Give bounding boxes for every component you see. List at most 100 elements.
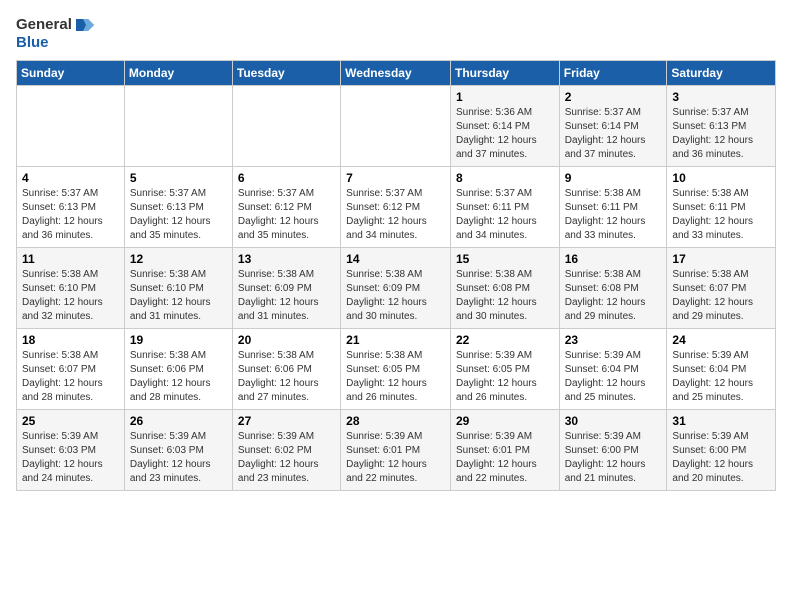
calendar-cell: 18 Sunrise: 5:38 AMSunset: 6:07 PMDayligh… xyxy=(17,329,125,410)
day-number: 6 xyxy=(238,171,335,185)
logo-general-text: General xyxy=(16,16,72,33)
day-number: 31 xyxy=(672,414,770,428)
day-number: 23 xyxy=(565,333,662,347)
day-info: Sunrise: 5:38 AMSunset: 6:07 PMDaylight:… xyxy=(22,349,119,405)
day-info: Sunrise: 5:37 AMSunset: 6:12 PMDaylight:… xyxy=(346,187,445,243)
calendar-cell: 29Sunrise: 5:39 AMSunset: 6:01 PMDayligh… xyxy=(450,410,559,491)
calendar-week-row: 4 Sunrise: 5:37 AMSunset: 6:13 PMDaylight… xyxy=(17,167,776,248)
day-info: Sunrise: 5:37 AMSunset: 6:13 PMDaylight:… xyxy=(130,187,227,243)
calendar-cell xyxy=(17,86,125,167)
day-info: Sunrise: 5:38 AMSunset: 6:11 PMDaylight:… xyxy=(565,187,662,243)
calendar-cell: 30Sunrise: 5:39 AMSunset: 6:00 PMDayligh… xyxy=(559,410,667,491)
calendar-cell: 12 Sunrise: 5:38 AMSunset: 6:10 PMDayligh… xyxy=(124,248,232,329)
calendar-cell: 13 Sunrise: 5:38 AMSunset: 6:09 PMDayligh… xyxy=(232,248,340,329)
day-info: Sunrise: 5:39 AMSunset: 6:04 PMDaylight:… xyxy=(672,349,770,405)
day-number: 5 xyxy=(130,171,227,185)
day-info: Sunrise: 5:39 AMSunset: 6:03 PMDaylight:… xyxy=(130,430,227,486)
day-info: Sunrise: 5:38 AMSunset: 6:09 PMDaylight:… xyxy=(346,268,445,324)
day-info: Sunrise: 5:39 AMSunset: 6:00 PMDaylight:… xyxy=(565,430,662,486)
calendar-cell: 19 Sunrise: 5:38 AMSunset: 6:06 PMDayligh… xyxy=(124,329,232,410)
day-number: 28 xyxy=(346,414,445,428)
logo-container: General xyxy=(16,16,98,34)
weekday-header-monday: Monday xyxy=(124,61,232,86)
weekday-header-wednesday: Wednesday xyxy=(341,61,451,86)
day-number: 26 xyxy=(130,414,227,428)
day-number: 18 xyxy=(22,333,119,347)
day-number: 24 xyxy=(672,333,770,347)
day-number: 19 xyxy=(130,333,227,347)
calendar-cell: 20Sunrise: 5:38 AMSunset: 6:06 PMDayligh… xyxy=(232,329,340,410)
day-info: Sunrise: 5:38 AMSunset: 6:10 PMDaylight:… xyxy=(22,268,119,324)
day-number: 1 xyxy=(456,90,554,104)
calendar-cell: 21 Sunrise: 5:38 AMSunset: 6:05 PMDayligh… xyxy=(341,329,451,410)
calendar-cell: 2 Sunrise: 5:37 AMSunset: 6:14 PMDaylight… xyxy=(559,86,667,167)
calendar-cell: 5 Sunrise: 5:37 AMSunset: 6:13 PMDaylight… xyxy=(124,167,232,248)
day-info: Sunrise: 5:38 AMSunset: 6:11 PMDaylight:… xyxy=(672,187,770,243)
day-number: 29 xyxy=(456,414,554,428)
day-number: 21 xyxy=(346,333,445,347)
day-info: Sunrise: 5:38 AMSunset: 6:05 PMDaylight:… xyxy=(346,349,445,405)
day-info: Sunrise: 5:38 AMSunset: 6:09 PMDaylight:… xyxy=(238,268,335,324)
calendar-cell: 27 Sunrise: 5:39 AMSunset: 6:02 PMDayligh… xyxy=(232,410,340,491)
calendar-cell: 28 Sunrise: 5:39 AMSunset: 6:01 PMDayligh… xyxy=(341,410,451,491)
day-info: Sunrise: 5:39 AMSunset: 6:02 PMDaylight:… xyxy=(238,430,335,486)
calendar-cell: 3Sunrise: 5:37 AMSunset: 6:13 PMDaylight… xyxy=(667,86,776,167)
calendar-week-row: 18 Sunrise: 5:38 AMSunset: 6:07 PMDayligh… xyxy=(17,329,776,410)
page-header: General Blue xyxy=(16,16,776,52)
calendar-cell: 9 Sunrise: 5:38 AMSunset: 6:11 PMDaylight… xyxy=(559,167,667,248)
day-info: Sunrise: 5:38 AMSunset: 6:07 PMDaylight:… xyxy=(672,268,770,324)
day-number: 13 xyxy=(238,252,335,266)
day-info: Sunrise: 5:37 AMSunset: 6:13 PMDaylight:… xyxy=(672,106,770,162)
day-number: 25 xyxy=(22,414,119,428)
calendar-cell xyxy=(124,86,232,167)
logo-blue-text: Blue xyxy=(16,34,49,52)
calendar-week-row: 1 Sunrise: 5:36 AMSunset: 6:14 PMDaylight… xyxy=(17,86,776,167)
day-info: Sunrise: 5:39 AMSunset: 6:03 PMDaylight:… xyxy=(22,430,119,486)
calendar-cell: 15 Sunrise: 5:38 AMSunset: 6:08 PMDayligh… xyxy=(450,248,559,329)
weekday-header-tuesday: Tuesday xyxy=(232,61,340,86)
calendar-cell: 17 Sunrise: 5:38 AMSunset: 6:07 PMDayligh… xyxy=(667,248,776,329)
day-info: Sunrise: 5:39 AMSunset: 6:05 PMDaylight:… xyxy=(456,349,554,405)
day-number: 17 xyxy=(672,252,770,266)
day-number: 16 xyxy=(565,252,662,266)
calendar-cell: 10 Sunrise: 5:38 AMSunset: 6:11 PMDayligh… xyxy=(667,167,776,248)
day-number: 15 xyxy=(456,252,554,266)
day-number: 27 xyxy=(238,414,335,428)
calendar-cell: 11Sunrise: 5:38 AMSunset: 6:10 PMDayligh… xyxy=(17,248,125,329)
day-info: Sunrise: 5:38 AMSunset: 6:06 PMDaylight:… xyxy=(130,349,227,405)
logo-arrow-icon xyxy=(76,19,94,31)
calendar-cell: 6 Sunrise: 5:37 AMSunset: 6:12 PMDaylight… xyxy=(232,167,340,248)
calendar-cell: 7 Sunrise: 5:37 AMSunset: 6:12 PMDaylight… xyxy=(341,167,451,248)
day-number: 7 xyxy=(346,171,445,185)
day-number: 4 xyxy=(22,171,119,185)
day-info: Sunrise: 5:37 AMSunset: 6:11 PMDaylight:… xyxy=(456,187,554,243)
calendar-cell xyxy=(341,86,451,167)
day-info: Sunrise: 5:37 AMSunset: 6:14 PMDaylight:… xyxy=(565,106,662,162)
weekday-header-thursday: Thursday xyxy=(450,61,559,86)
weekday-header-row: SundayMondayTuesdayWednesdayThursdayFrid… xyxy=(17,61,776,86)
calendar-cell xyxy=(232,86,340,167)
day-info: Sunrise: 5:36 AMSunset: 6:14 PMDaylight:… xyxy=(456,106,554,162)
weekday-header-saturday: Saturday xyxy=(667,61,776,86)
day-info: Sunrise: 5:37 AMSunset: 6:13 PMDaylight:… xyxy=(22,187,119,243)
day-number: 12 xyxy=(130,252,227,266)
day-number: 2 xyxy=(565,90,662,104)
day-number: 22 xyxy=(456,333,554,347)
day-number: 9 xyxy=(565,171,662,185)
calendar-cell: 16 Sunrise: 5:38 AMSunset: 6:08 PMDayligh… xyxy=(559,248,667,329)
day-number: 8 xyxy=(456,171,554,185)
day-info: Sunrise: 5:37 AMSunset: 6:12 PMDaylight:… xyxy=(238,187,335,243)
calendar-cell: 26 Sunrise: 5:39 AMSunset: 6:03 PMDayligh… xyxy=(124,410,232,491)
day-info: Sunrise: 5:39 AMSunset: 6:01 PMDaylight:… xyxy=(346,430,445,486)
calendar-cell: 8 Sunrise: 5:37 AMSunset: 6:11 PMDaylight… xyxy=(450,167,559,248)
day-info: Sunrise: 5:38 AMSunset: 6:08 PMDaylight:… xyxy=(456,268,554,324)
day-number: 20 xyxy=(238,333,335,347)
calendar-cell: 1 Sunrise: 5:36 AMSunset: 6:14 PMDaylight… xyxy=(450,86,559,167)
day-info: Sunrise: 5:39 AMSunset: 6:04 PMDaylight:… xyxy=(565,349,662,405)
day-info: Sunrise: 5:38 AMSunset: 6:08 PMDaylight:… xyxy=(565,268,662,324)
weekday-header-sunday: Sunday xyxy=(17,61,125,86)
calendar-cell: 14 Sunrise: 5:38 AMSunset: 6:09 PMDayligh… xyxy=(341,248,451,329)
day-info: Sunrise: 5:38 AMSunset: 6:10 PMDaylight:… xyxy=(130,268,227,324)
day-number: 10 xyxy=(672,171,770,185)
day-number: 14 xyxy=(346,252,445,266)
